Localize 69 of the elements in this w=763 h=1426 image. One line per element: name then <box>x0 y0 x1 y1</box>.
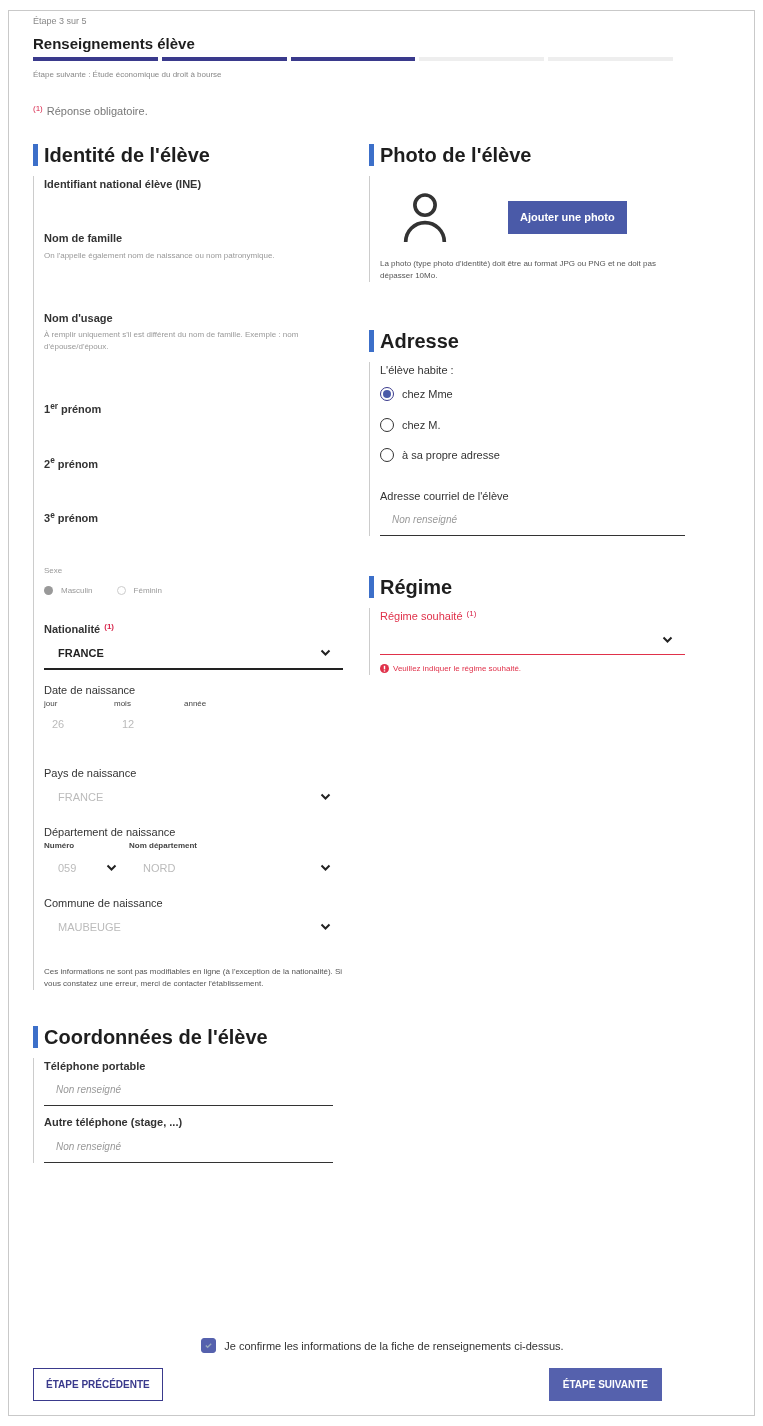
chevron-down-icon <box>320 864 331 873</box>
check-icon <box>204 1341 214 1351</box>
section-title: Identité de l'élève <box>33 143 343 166</box>
select-field[interactable]: 059 <box>44 852 129 883</box>
input-field[interactable]: Non renseigné <box>44 1130 333 1163</box>
required-mark: (1) <box>104 620 114 633</box>
required-mark: (1) <box>466 608 477 620</box>
field-label: Date de naissance <box>44 682 137 698</box>
checkbox[interactable] <box>201 1338 217 1354</box>
field-label: Nom de famille <box>44 231 123 246</box>
person-icon <box>402 191 448 244</box>
previous-step-button[interactable]: ÉTAPE PRÉCÉDENTE <box>33 1368 163 1401</box>
required-mark: (1) <box>33 103 43 115</box>
field-label: 1$^{er}$ prénom <box>44 401 102 417</box>
field-label: Adresse courriel de l'élève <box>380 488 510 504</box>
section-title: Photo de l'élève <box>369 143 685 166</box>
photo-note: La photo (type photo d'identité) doit être au format JPG ou PNG et ne doit pas dépasser 10Mo. <box>380 257 657 282</box>
section-title: Coordonnées de l'élève <box>33 1025 333 1048</box>
select-field[interactable]: NORD <box>129 852 343 883</box>
chevron-down-icon <box>320 793 331 802</box>
date-part-label: année <box>184 698 208 710</box>
step-counter: Étape 3 sur 5 <box>33 15 88 28</box>
section-title: Régime <box>369 576 685 598</box>
input-field[interactable]: 26 <box>44 710 114 739</box>
chevron-down-icon <box>106 864 117 873</box>
field-label: L'élève habite : <box>380 362 455 378</box>
field-label: Régime souhaité <box>380 609 463 624</box>
chevron-down-icon <box>320 649 331 658</box>
date-part-label: jour <box>44 698 59 710</box>
field-label: Nationalité <box>44 621 101 637</box>
field-label: Sexe <box>44 564 64 577</box>
required-note: Réponse obligatoire. <box>46 104 148 119</box>
error-message: Veuillez indiquer le régime souhaité. <box>393 662 522 675</box>
field-label: 2$^{e}$ prénom <box>44 455 99 472</box>
radio-label: Féminin <box>133 584 163 597</box>
date-part-label: mois <box>114 698 132 710</box>
radio-button[interactable] <box>44 586 53 595</box>
field-label: Téléphone portable <box>44 1058 147 1074</box>
radio-label: chez M. <box>402 417 441 433</box>
field-sublabel: Nom département <box>129 840 198 852</box>
field-label: Autre téléphone (stage, ...) <box>44 1115 184 1130</box>
email-field[interactable]: Non renseigné <box>380 504 685 536</box>
input-field[interactable]: Non renseigné <box>44 1074 333 1106</box>
field-label: Nom d'usage <box>44 310 113 326</box>
next-step-button[interactable]: ÉTAPE SUIVANTE <box>548 1368 662 1401</box>
field-sublabel: Numéro <box>44 840 76 852</box>
page-title: Renseignements élève <box>33 33 196 54</box>
field-label: 3$^{e}$ prénom <box>44 510 99 526</box>
field-hint: On l'appelle également nom de naissance ou nom patronymique. <box>44 249 276 262</box>
section-title: Adresse <box>369 329 685 352</box>
chevron-down-icon <box>662 636 673 644</box>
field-label: Commune de naissance <box>44 895 163 911</box>
field-label: Pays de naissance <box>44 765 137 781</box>
field-hint: À remplir uniquement s'il est différent du nom de famille. Exemple : nom d'épouse/d'époux. <box>44 329 300 353</box>
select-field[interactable]: FRANCE <box>44 781 343 812</box>
chevron-down-icon <box>320 923 331 932</box>
select-field[interactable]: MAUBEUGE <box>44 911 343 942</box>
field-label: Identifiant national élève (INE) <box>44 176 202 192</box>
add-photo-button[interactable]: Ajouter une photo <box>508 201 627 234</box>
error-icon <box>380 664 389 673</box>
radio-label: chez Mme <box>402 387 453 402</box>
radio-label: Masculin <box>61 584 93 597</box>
info-note: Ces informations ne sont pas modifiables en ligne (à l'exception de la nationalité). Si vous constatez une erreur, merci de contacter l'établissement. <box>44 965 343 990</box>
input-field[interactable]: 12 <box>114 710 184 739</box>
next-step-text: Étape suivante : Étude économique du droit à bourse <box>33 69 223 81</box>
radio-label: à sa propre adresse <box>402 448 500 463</box>
field-label: Département de naissance <box>44 824 177 840</box>
confirm-label: Je confirme les informations de la fiche de renseignements ci-dessus. <box>224 1338 564 1354</box>
select-field[interactable]: FRANCE <box>44 637 343 670</box>
